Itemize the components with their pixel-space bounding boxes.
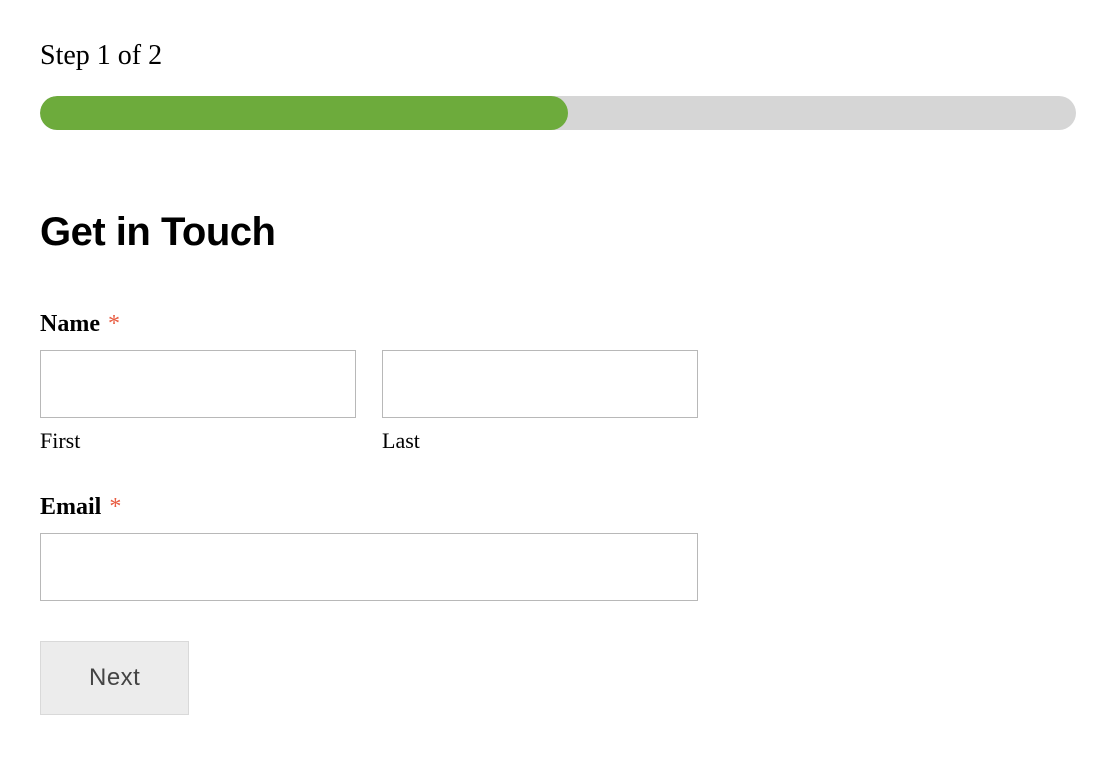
name-label: Name * <box>40 311 1076 338</box>
email-field-group: Email * <box>40 494 1076 601</box>
last-name-sublabel: Last <box>382 428 698 454</box>
email-input[interactable] <box>40 533 698 601</box>
required-marker: * <box>109 494 121 520</box>
name-label-text: Name <box>40 311 100 337</box>
progress-bar <box>40 96 1076 130</box>
email-label: Email * <box>40 494 1076 521</box>
email-label-text: Email <box>40 494 101 520</box>
name-field-group: Name * First Last <box>40 311 1076 454</box>
next-button[interactable]: Next <box>40 641 189 715</box>
first-name-sublabel: First <box>40 428 356 454</box>
last-name-column: Last <box>382 350 698 454</box>
first-name-input[interactable] <box>40 350 356 418</box>
form-title: Get in Touch <box>40 210 1076 255</box>
step-indicator: Step 1 of 2 <box>40 40 1076 72</box>
last-name-input[interactable] <box>382 350 698 418</box>
first-name-column: First <box>40 350 356 454</box>
progress-fill <box>40 96 568 130</box>
required-marker: * <box>108 311 120 337</box>
